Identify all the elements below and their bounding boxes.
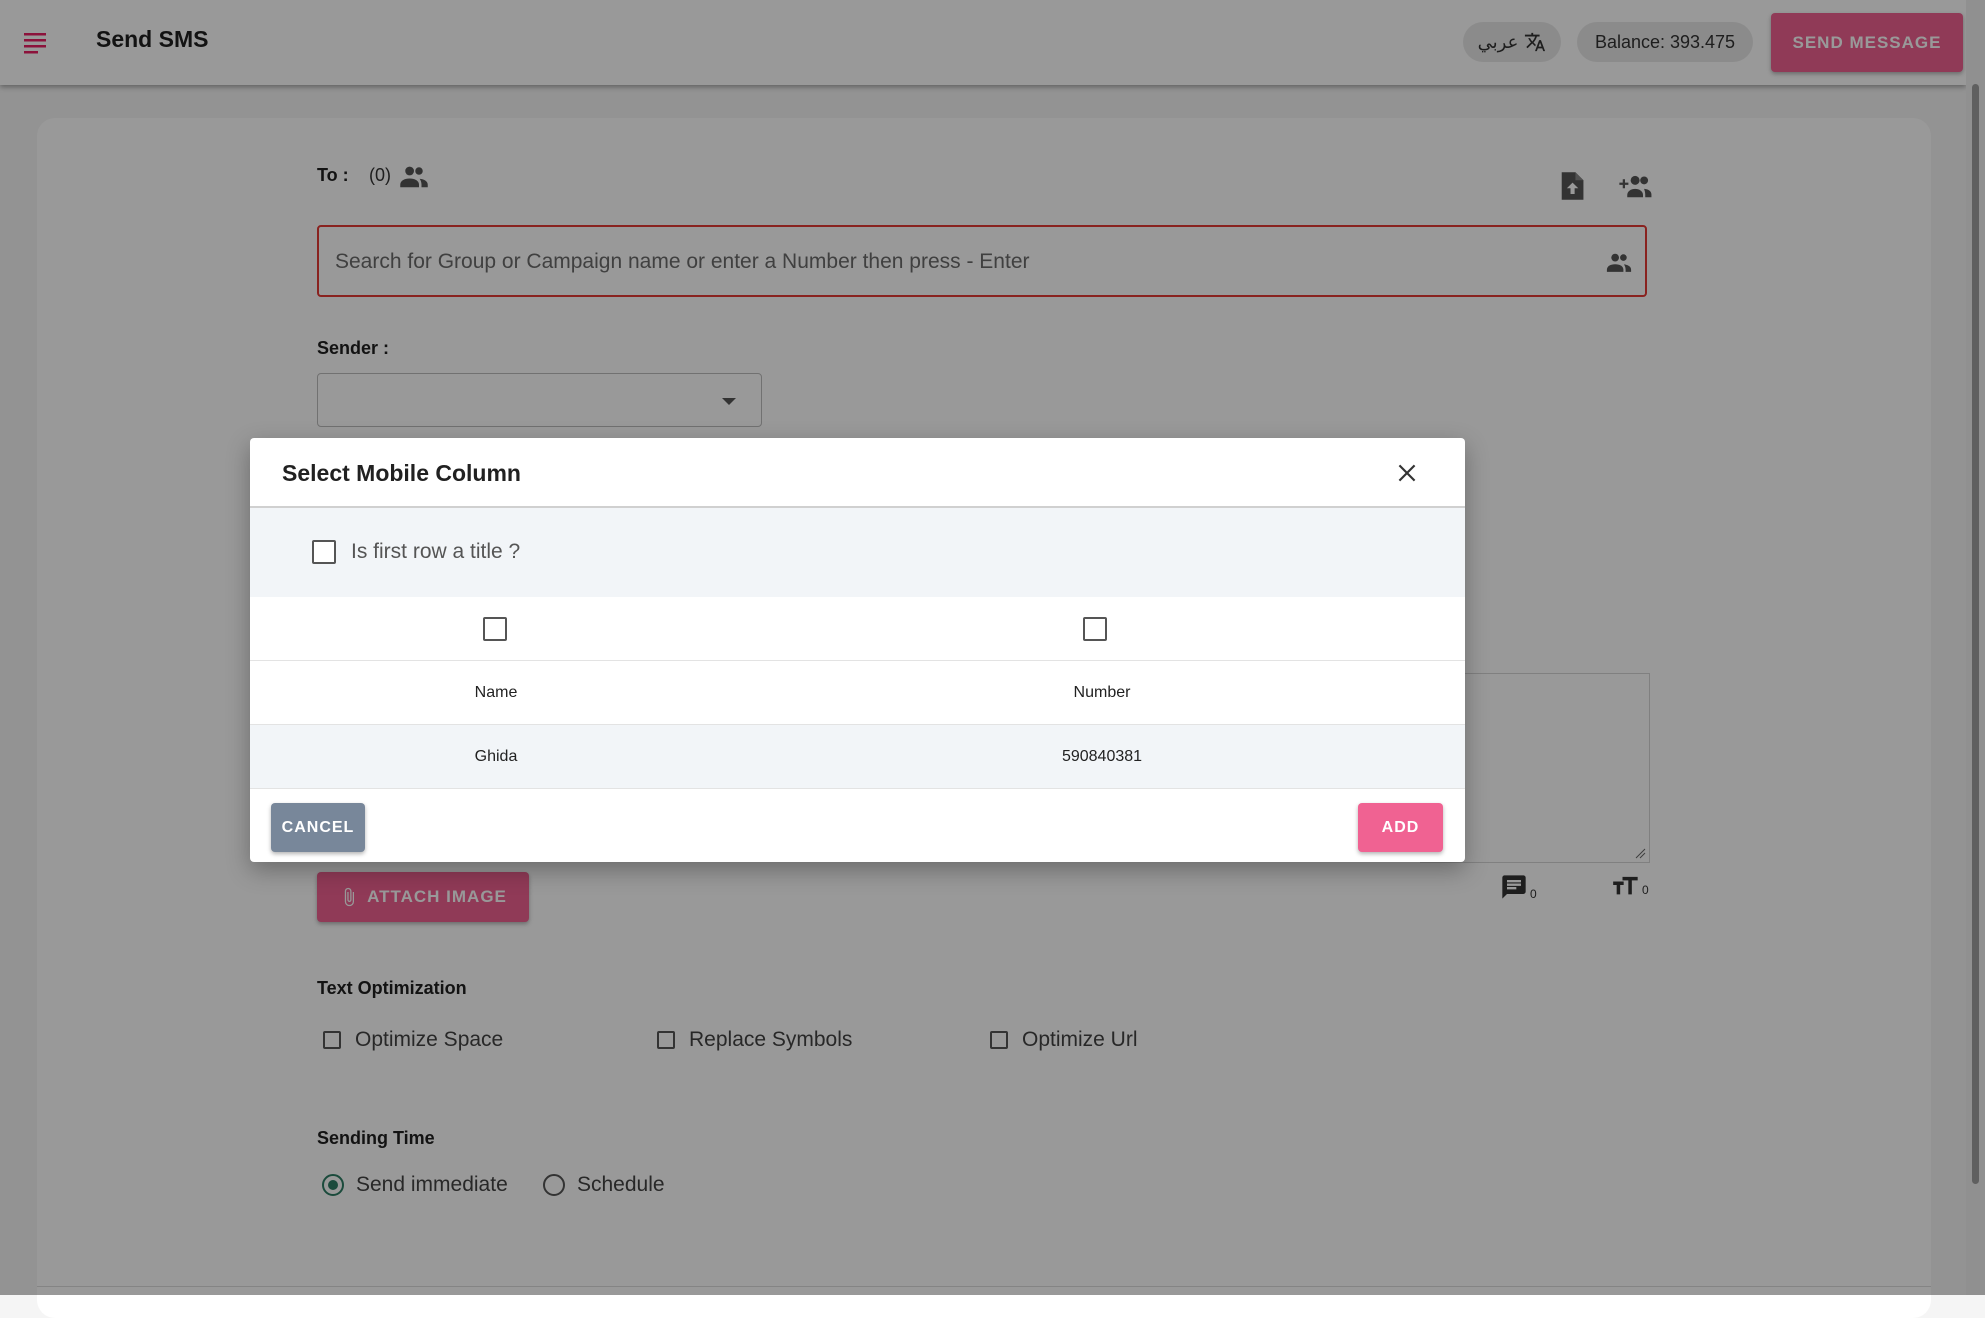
name-column-checkbox[interactable] (483, 616, 507, 641)
number-column-cell (850, 597, 1340, 660)
table-cell-name: Ghida (474, 747, 518, 765)
dialog-header: Select Mobile Column (250, 438, 1465, 508)
first-row-title-checkbox[interactable] (312, 540, 336, 564)
close-icon[interactable] (1394, 460, 1420, 486)
dialog-title: Select Mobile Column (282, 460, 521, 486)
first-row-title-label: Is first row a title ? (351, 540, 521, 563)
first-row-title-section: Is first row a title ? (250, 508, 1465, 597)
cancel-button[interactable]: CANCEL (271, 803, 365, 852)
number-column-checkbox[interactable] (1083, 616, 1107, 641)
column-select-row (250, 597, 1465, 661)
table-header-row: Name Number (250, 661, 1465, 725)
first-row-title-option[interactable]: Is first row a title ? (312, 540, 520, 564)
add-button[interactable]: ADD (1358, 803, 1443, 852)
table-row: Ghida 590840381 (250, 725, 1465, 789)
table-cell-number: 590840381 (1061, 747, 1143, 765)
column-header-number: Number (1073, 683, 1131, 701)
select-mobile-column-dialog: Select Mobile Column Is first row a titl… (250, 438, 1465, 862)
name-column-cell (250, 597, 740, 660)
column-header-name: Name (474, 683, 518, 701)
